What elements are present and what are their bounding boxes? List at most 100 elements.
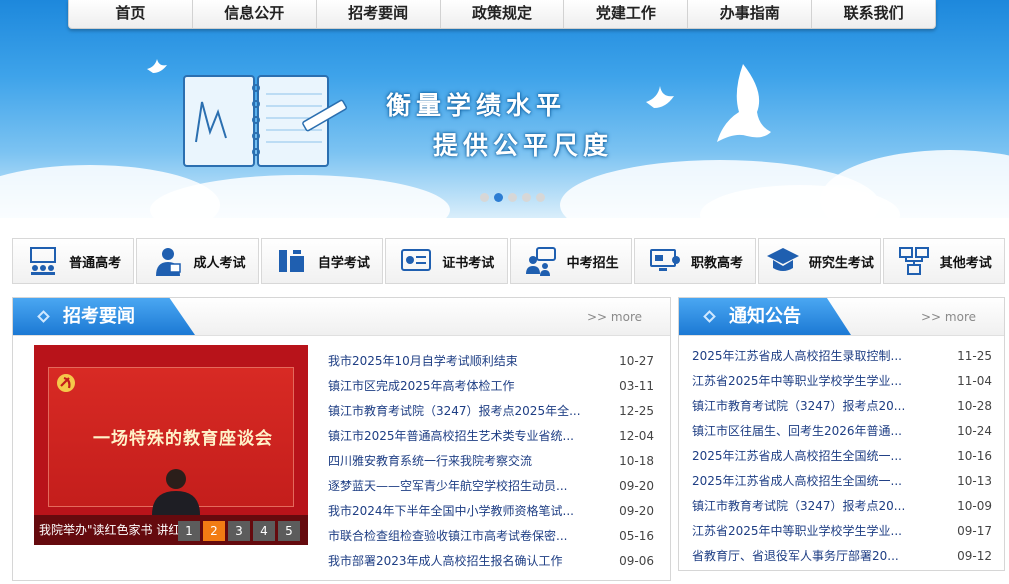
news-title: 镇江市2025年普通高校招生艺术类专业省统... <box>328 429 574 443</box>
news-item[interactable]: 四川雅安教育系统一行来我院考察交流 10-18 <box>328 448 654 473</box>
nav-item-policy[interactable]: 政策规定 <box>441 0 565 28</box>
nav-item-exam-news[interactable]: 招考要闻 <box>317 0 441 28</box>
hero-banner[interactable]: 衡量学绩水平 提供公平尺度 <box>0 0 1009 218</box>
vocational-monitor-icon <box>647 244 683 278</box>
nav-item-guide[interactable]: 办事指南 <box>688 0 813 28</box>
news-date: 09-20 <box>619 503 654 518</box>
panel-header: 通知公告 >> more <box>679 298 1004 336</box>
photo-slider[interactable]: 一场特殊的教育座谈会 我院举办"读红色家书 讲红 1 2 3 4 5 <box>34 345 308 545</box>
photo-page-button[interactable]: 1 <box>178 521 200 541</box>
news-item[interactable]: 镇江市区完成2025年高考体检工作 03-11 <box>328 373 654 398</box>
notice-item[interactable]: 2025年江苏省成人高校招生全国统一... 10-13 <box>692 468 992 493</box>
dove-icon <box>646 86 674 108</box>
category-label: 成人考试 <box>193 255 246 271</box>
category-label: 职教高考 <box>691 255 744 271</box>
notice-item[interactable]: 2025年江苏省成人高校招生录取控制... 11-25 <box>692 343 992 368</box>
diamond-icon <box>37 310 50 323</box>
news-date: 03-11 <box>619 378 654 393</box>
category-tile-gaokao[interactable]: 普通高考 <box>12 238 135 284</box>
news-item[interactable]: 我市2025年10月自学考试顺利结束 10-27 <box>328 348 654 373</box>
notice-item[interactable]: 江苏省2025年中等职业学校学生学业... 11-04 <box>692 368 992 393</box>
category-label: 其他考试 <box>939 255 992 271</box>
banner-dot[interactable] <box>536 193 545 202</box>
notice-date: 11-25 <box>957 348 992 363</box>
news-item[interactable]: 镇江市教育考试院（3247）报考点2025年全... 12-25 <box>328 398 654 423</box>
news-title: 我市2025年10月自学考试顺利结束 <box>328 354 518 368</box>
category-label: 普通高考 <box>69 255 122 271</box>
notebook-illustration <box>183 75 348 167</box>
teacher-students-icon <box>25 244 61 278</box>
notice-title: 江苏省2025年中等职业学校学生学业... <box>692 524 902 538</box>
notice-date: 10-24 <box>957 423 992 438</box>
notice-item[interactable]: 镇江市教育考试院（3247）报考点20... 10-09 <box>692 493 992 518</box>
more-link[interactable]: >> more <box>587 310 642 324</box>
category-label: 中考招生 <box>566 255 619 271</box>
photo-pagination: 1 2 3 4 5 <box>178 521 300 541</box>
notice-date: 10-13 <box>957 473 992 488</box>
news-panel: 招考要闻 >> more 一场特殊的教育座谈会 我院举办"读红色家书 讲红 1 … <box>12 297 671 581</box>
notice-title: 2025年江苏省成人高校招生全国统一... <box>692 449 902 463</box>
photo-board-title: 一场特殊的教育座谈会 <box>93 429 273 449</box>
news-item[interactable]: 镇江市2025年普通高校招生艺术类专业省统... 12-04 <box>328 423 654 448</box>
diamond-icon <box>703 310 716 323</box>
photo-page-button[interactable]: 4 <box>253 521 275 541</box>
notice-item[interactable]: 江苏省2025年中等职业学校学生学业... 09-17 <box>692 518 992 543</box>
banner-dot[interactable] <box>480 193 489 202</box>
notice-date: 10-28 <box>957 398 992 413</box>
category-label: 证书考试 <box>442 255 495 271</box>
nav-item-party[interactable]: 党建工作 <box>564 0 689 28</box>
news-item[interactable]: 市联合检查组检查验收镇江市高考试卷保密... 05-16 <box>328 523 654 548</box>
notice-date: 09-17 <box>957 523 992 538</box>
news-date: 09-06 <box>619 553 654 568</box>
panel-title-tab: 招考要闻 <box>13 298 195 335</box>
nav-item-info[interactable]: 信息公开 <box>193 0 317 28</box>
notice-date: 11-04 <box>957 373 992 388</box>
party-emblem-icon <box>57 374 75 392</box>
news-date: 10-27 <box>619 353 654 368</box>
news-title: 我市部署2023年成人高校招生报名确认工作 <box>328 554 563 568</box>
photo-page-button[interactable]: 5 <box>278 521 300 541</box>
panel-title-tab: 通知公告 <box>679 298 851 335</box>
news-item[interactable]: 我市部署2023年成人高校招生报名确认工作 09-06 <box>328 548 654 573</box>
notice-date: 10-16 <box>957 448 992 463</box>
category-tile-certificate[interactable]: 证书考试 <box>385 238 508 284</box>
news-date: 10-18 <box>619 453 654 468</box>
graduation-cap-icon <box>765 244 801 278</box>
notice-item[interactable]: 镇江市教育考试院（3247）报考点20... 10-28 <box>692 393 992 418</box>
category-tile-zhongkao[interactable]: 中考招生 <box>509 238 632 284</box>
notice-title: 镇江市教育考试院（3247）报考点20... <box>692 499 906 513</box>
category-tile-self-study[interactable]: 自学考试 <box>260 238 384 284</box>
news-item[interactable]: 我市2024年下半年全国中小学教师资格笔试... 09-20 <box>328 498 654 523</box>
speaker-figure <box>152 469 200 515</box>
category-tile-other[interactable]: 其他考试 <box>882 238 1005 284</box>
notice-item[interactable]: 镇江市区往届生、回考生2026年普通... 10-24 <box>692 418 992 443</box>
news-item[interactable]: 逐梦蓝天——空军青少年航空学校招生动员... 09-20 <box>328 473 654 498</box>
notice-date: 09-12 <box>957 548 992 563</box>
category-label: 研究生考试 <box>808 255 874 271</box>
category-tile-vocational[interactable]: 职教高考 <box>633 238 757 284</box>
news-date: 12-04 <box>619 428 654 443</box>
banner-dot[interactable] <box>522 193 531 202</box>
category-label: 自学考试 <box>317 255 370 271</box>
category-tile-adult[interactable]: 成人考试 <box>136 238 259 284</box>
notice-title: 江苏省2025年中等职业学校学生学业... <box>692 374 902 388</box>
self-study-icon <box>274 244 310 278</box>
notice-item[interactable]: 省教育厅、省退役军人事务厅部署20... 09-12 <box>692 543 992 568</box>
photo-page-button[interactable]: 3 <box>228 521 250 541</box>
notice-title: 2025年江苏省成人高校招生全国统一... <box>692 474 902 488</box>
notice-title: 镇江市教育考试院（3247）报考点20... <box>692 399 906 413</box>
notice-panel: 通知公告 >> more 2025年江苏省成人高校招生录取控制... 11-25 … <box>678 297 1005 571</box>
photo-page-button-active[interactable]: 2 <box>203 521 225 541</box>
notice-item[interactable]: 2025年江苏省成人高校招生全国统一... 10-16 <box>692 443 992 468</box>
more-link[interactable]: >> more <box>921 310 976 324</box>
nav-item-home[interactable]: 首页 <box>69 0 193 28</box>
news-date: 12-25 <box>619 403 654 418</box>
banner-dot[interactable] <box>508 193 517 202</box>
nav-item-contact[interactable]: 联系我们 <box>812 0 935 28</box>
banner-dot-active[interactable] <box>494 193 503 202</box>
news-title: 镇江市区完成2025年高考体检工作 <box>328 379 515 393</box>
news-title: 镇江市教育考试院（3247）报考点2025年全... <box>328 404 581 418</box>
banner-slogan-line2: 提供公平尺度 <box>433 131 614 160</box>
news-title: 市联合检查组检查验收镇江市高考试卷保密... <box>328 529 568 543</box>
category-tile-graduate[interactable]: 研究生考试 <box>758 238 881 284</box>
